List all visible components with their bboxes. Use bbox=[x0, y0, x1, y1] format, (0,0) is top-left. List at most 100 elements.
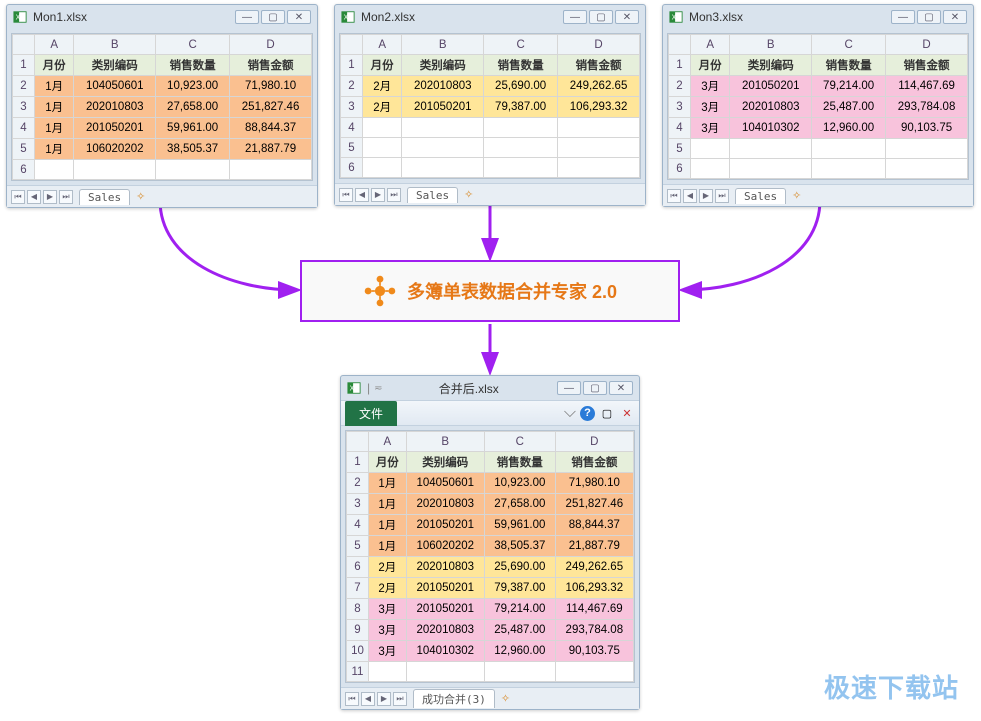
sheet-tab[interactable]: Sales bbox=[407, 187, 458, 203]
new-sheet-icon[interactable]: ✧ bbox=[136, 190, 145, 203]
cell[interactable]: 202010803 bbox=[74, 97, 156, 118]
col-header[interactable]: D bbox=[886, 35, 968, 55]
cell[interactable]: 202010803 bbox=[406, 557, 484, 578]
cell[interactable]: 21,887.79 bbox=[230, 139, 312, 160]
row-header[interactable]: 1 bbox=[347, 452, 369, 473]
row-header[interactable]: 7 bbox=[347, 578, 369, 599]
cell[interactable]: 202010803 bbox=[406, 494, 484, 515]
minimize-button[interactable]: — bbox=[557, 381, 581, 395]
nav-first-icon[interactable]: ⏮ bbox=[667, 189, 681, 203]
row-header[interactable]: 2 bbox=[13, 76, 35, 97]
cell[interactable]: 293,784.08 bbox=[886, 97, 968, 118]
nav-last-icon[interactable]: ⏭ bbox=[393, 692, 407, 706]
cell[interactable]: 201050201 bbox=[402, 97, 484, 118]
cell[interactable]: 25,487.00 bbox=[812, 97, 886, 118]
cell[interactable]: 27,658.00 bbox=[484, 494, 555, 515]
cell[interactable]: 3月 bbox=[369, 620, 407, 641]
nav-prev-icon[interactable]: ◀ bbox=[27, 190, 41, 204]
cell[interactable]: 251,827.46 bbox=[555, 494, 633, 515]
row-header[interactable]: 6 bbox=[669, 159, 691, 179]
maximize-button[interactable]: ▢ bbox=[917, 10, 941, 24]
cell[interactable]: 25,690.00 bbox=[484, 76, 558, 97]
cell[interactable]: 25,487.00 bbox=[484, 620, 555, 641]
sheet-tab-strip[interactable]: ⏮ ◀ ▶ ⏭ Sales ✧ bbox=[7, 185, 317, 207]
sheet-tab[interactable]: Sales bbox=[735, 188, 786, 204]
sheet-tab-strip[interactable]: ⏮ ◀ ▶ ⏭ 成功合并(3) ✧ bbox=[341, 687, 639, 709]
col-header[interactable]: A bbox=[363, 35, 402, 55]
titlebar[interactable]: X Mon1.xlsx — ▢ ✕ bbox=[7, 5, 317, 29]
nav-first-icon[interactable]: ⏮ bbox=[11, 190, 25, 204]
row-header[interactable]: 1 bbox=[341, 55, 363, 76]
nav-last-icon[interactable]: ⏭ bbox=[715, 189, 729, 203]
row-header[interactable]: 4 bbox=[347, 515, 369, 536]
spreadsheet-grid[interactable]: ABCD1月份类别编码销售数量销售金额21月10405060110,923.00… bbox=[346, 431, 634, 682]
cell[interactable]: 3月 bbox=[369, 641, 407, 662]
col-header[interactable]: D bbox=[558, 35, 640, 55]
cell[interactable]: 10,923.00 bbox=[484, 473, 555, 494]
cell[interactable]: 88,844.37 bbox=[555, 515, 633, 536]
cell[interactable]: 104050601 bbox=[406, 473, 484, 494]
nav-last-icon[interactable]: ⏭ bbox=[387, 188, 401, 202]
cell[interactable]: 59,961.00 bbox=[156, 118, 230, 139]
cell[interactable]: 2月 bbox=[363, 97, 402, 118]
cell[interactable]: 2月 bbox=[369, 578, 407, 599]
col-header[interactable]: B bbox=[402, 35, 484, 55]
row-header[interactable]: 5 bbox=[669, 139, 691, 159]
qat-dropdown-icon[interactable]: ≂ bbox=[374, 383, 382, 394]
col-header[interactable]: D bbox=[230, 35, 312, 55]
new-sheet-icon[interactable]: ✧ bbox=[792, 189, 801, 202]
cell[interactable]: 201050201 bbox=[406, 599, 484, 620]
window-restore-icon[interactable]: ▢ bbox=[599, 405, 615, 421]
nav-first-icon[interactable]: ⏮ bbox=[345, 692, 359, 706]
cell[interactable]: 10,923.00 bbox=[156, 76, 230, 97]
cell[interactable]: 3月 bbox=[691, 97, 730, 118]
cell[interactable]: 202010803 bbox=[406, 620, 484, 641]
nav-prev-icon[interactable]: ◀ bbox=[683, 189, 697, 203]
row-header[interactable]: 3 bbox=[669, 97, 691, 118]
cell[interactable]: 2月 bbox=[369, 557, 407, 578]
sheet-tab-strip[interactable]: ⏮ ◀ ▶ ⏭ Sales ✧ bbox=[335, 183, 645, 205]
cell[interactable]: 1月 bbox=[35, 118, 74, 139]
sheet-tab-strip[interactable]: ⏮ ◀ ▶ ⏭ Sales ✧ bbox=[663, 184, 973, 206]
cell[interactable]: 104010302 bbox=[730, 118, 812, 139]
row-header[interactable]: 6 bbox=[347, 557, 369, 578]
help-icon[interactable]: ? bbox=[580, 406, 595, 421]
maximize-button[interactable]: ▢ bbox=[589, 10, 613, 24]
spreadsheet-grid[interactable]: ABCD1月份类别编码销售数量销售金额21月10405060110,923.00… bbox=[12, 34, 312, 180]
new-sheet-icon[interactable]: ✧ bbox=[464, 188, 473, 201]
cell[interactable]: 1月 bbox=[35, 76, 74, 97]
minimize-button[interactable]: — bbox=[891, 10, 915, 24]
col-header[interactable]: C bbox=[156, 35, 230, 55]
col-header[interactable]: B bbox=[730, 35, 812, 55]
sheet-tab[interactable]: 成功合并(3) bbox=[413, 689, 495, 708]
row-header[interactable]: 3 bbox=[347, 494, 369, 515]
cell[interactable]: 79,214.00 bbox=[812, 76, 886, 97]
cell[interactable]: 3月 bbox=[369, 599, 407, 620]
maximize-button[interactable]: ▢ bbox=[583, 381, 607, 395]
sheet-tab[interactable]: Sales bbox=[79, 189, 130, 205]
titlebar[interactable]: X Mon2.xlsx — ▢ ✕ bbox=[335, 5, 645, 29]
file-tab[interactable]: 文件 bbox=[345, 401, 397, 426]
cell[interactable]: 79,387.00 bbox=[484, 578, 555, 599]
window-close-icon[interactable]: ✕ bbox=[619, 405, 635, 421]
row-header[interactable]: 5 bbox=[13, 139, 35, 160]
col-header[interactable]: A bbox=[691, 35, 730, 55]
nav-prev-icon[interactable]: ◀ bbox=[355, 188, 369, 202]
cell[interactable]: 1月 bbox=[369, 473, 407, 494]
nav-first-icon[interactable]: ⏮ bbox=[339, 188, 353, 202]
nav-next-icon[interactable]: ▶ bbox=[377, 692, 391, 706]
cell[interactable]: 1月 bbox=[369, 536, 407, 557]
col-header[interactable]: A bbox=[369, 432, 407, 452]
cell[interactable]: 104010302 bbox=[406, 641, 484, 662]
row-header[interactable]: 5 bbox=[347, 536, 369, 557]
cell[interactable]: 106,293.32 bbox=[558, 97, 640, 118]
row-header[interactable]: 1 bbox=[669, 55, 691, 76]
row-header[interactable]: 2 bbox=[347, 473, 369, 494]
row-header[interactable]: 3 bbox=[341, 97, 363, 118]
cell[interactable]: 38,505.37 bbox=[156, 139, 230, 160]
cell[interactable]: 79,387.00 bbox=[484, 97, 558, 118]
cell[interactable]: 1月 bbox=[369, 515, 407, 536]
row-header[interactable]: 3 bbox=[13, 97, 35, 118]
nav-next-icon[interactable]: ▶ bbox=[371, 188, 385, 202]
cell[interactable]: 59,961.00 bbox=[484, 515, 555, 536]
